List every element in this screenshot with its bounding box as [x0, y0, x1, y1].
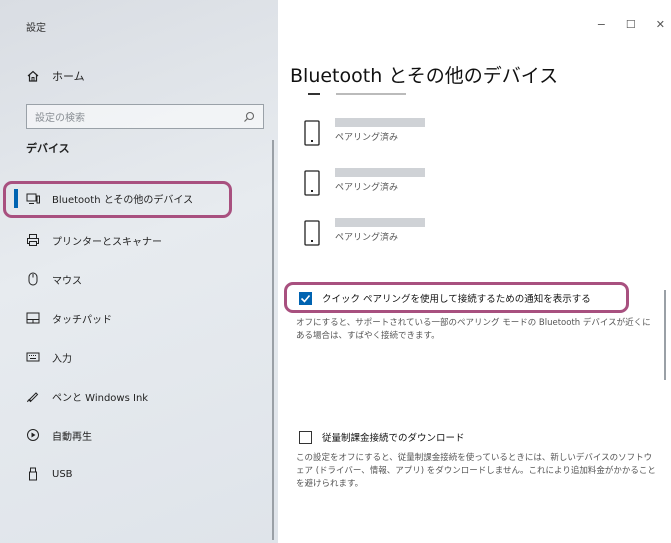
paired-device-item[interactable]: ペアリング済み [303, 116, 553, 156]
sidebar-item-label: タッチパッド [52, 314, 112, 326]
metered-download-label: 従量制課金接続でのダウンロード [322, 433, 465, 444]
sidebar-item-label: マウス [52, 275, 82, 287]
section-title: デバイス [26, 142, 70, 155]
phone-icon [303, 220, 321, 246]
sidebar-item-label: 入力 [52, 353, 72, 365]
scrolled-item-fragment [308, 93, 320, 95]
sidebar-item-label: プリンターとスキャナー [52, 236, 162, 248]
sidebar-item-input[interactable]: 入力 [26, 346, 266, 368]
sidebar-item-usb[interactable]: USB [26, 463, 266, 485]
paired-device-item[interactable]: ペアリング済み [303, 166, 553, 206]
sidebar-item-label: USB [52, 468, 73, 480]
home-nav-item[interactable]: ホーム [26, 67, 85, 85]
minimize-button[interactable]: − [597, 18, 606, 31]
window-controls: − ☐ ✕ [597, 18, 665, 31]
metered-download-checkbox[interactable] [299, 430, 312, 444]
maximize-button[interactable]: ☐ [626, 18, 636, 31]
device-name-redacted [335, 118, 425, 127]
close-button[interactable]: ✕ [656, 18, 665, 31]
home-icon [26, 69, 40, 83]
printer-icon [26, 233, 40, 247]
quick-pair-description: オフにすると、サポートされている一部のペアリング モードの Bluetooth … [296, 318, 651, 341]
keyboard-icon [26, 350, 40, 364]
settings-search-input[interactable]: 設定の検索 [26, 104, 264, 129]
sidebar-item-touchpad[interactable]: タッチパッド [26, 307, 266, 329]
paired-device-item[interactable]: ペアリング済み [303, 216, 553, 256]
sidebar-item-printers[interactable]: プリンターとスキャナー [26, 229, 266, 251]
device-status: ペアリング済み [335, 183, 399, 193]
scrolled-text-fragment [336, 93, 406, 95]
page-title: Bluetooth とその他のデバイス [290, 65, 559, 87]
home-label: ホーム [52, 70, 85, 83]
phone-icon [303, 170, 321, 196]
touchpad-icon [26, 311, 40, 325]
sidebar-item-label: ペンと Windows Ink [52, 392, 149, 404]
search-placeholder: 設定の検索 [35, 113, 85, 124]
device-name-redacted [335, 168, 425, 177]
sidebar-item-label: 自動再生 [52, 431, 92, 443]
sidebar-item-pen[interactable]: ペンと Windows Ink [26, 385, 266, 407]
highlight-frame [3, 181, 232, 218]
metered-download-option[interactable]: 従量制課金接続でのダウンロード [299, 430, 465, 444]
mouse-icon [26, 272, 40, 286]
device-status: ペアリング済み [335, 233, 399, 243]
device-name-redacted [335, 218, 425, 227]
sidebar-item-mouse[interactable]: マウス [26, 268, 266, 290]
pen-icon [26, 389, 40, 403]
search-icon [243, 111, 255, 123]
usb-icon [26, 467, 40, 481]
device-status: ペアリング済み [335, 133, 399, 143]
sidebar-item-autoplay[interactable]: 自動再生 [26, 424, 266, 446]
main-scrollbar[interactable] [664, 290, 666, 380]
metered-download-description: この設定をオフにすると、従量制課金接続を使っているときには、新しいデバイスのソフ… [296, 453, 656, 489]
highlight-frame [284, 282, 629, 313]
phone-icon [303, 120, 321, 146]
sidebar-scrollbar[interactable] [272, 140, 274, 540]
app-title: 設定 [26, 23, 46, 34]
autoplay-icon [26, 428, 40, 442]
settings-sidebar: 設定 ホーム 設定の検索 デバイス Bluetooth とその他のデバイス プリ… [0, 0, 278, 543]
